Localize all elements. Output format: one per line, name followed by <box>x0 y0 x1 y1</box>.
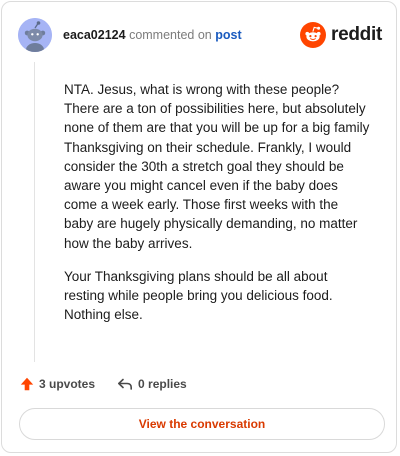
upvote-arrow-icon <box>20 377 34 391</box>
reddit-wordmark: reddit <box>331 24 382 45</box>
reply-arrow-icon <box>118 378 133 390</box>
comment-header: eaca02124 commented on post reddit <box>18 18 382 52</box>
reddit-alien-logo-icon <box>300 22 327 48</box>
user-avatar[interactable] <box>18 18 52 52</box>
view-conversation-button[interactable]: View the conversation <box>19 408 385 440</box>
snoo-avatar-icon <box>18 18 52 52</box>
post-link[interactable]: post <box>215 28 241 42</box>
comment-actions: 3 upvotes 0 replies <box>20 374 187 394</box>
upvotes-count: 3 upvotes <box>39 377 96 391</box>
embedded-comment-card: eaca02124 commented on post reddit NTA. … <box>1 1 397 453</box>
author-username[interactable]: eaca02124 <box>63 28 126 42</box>
commented-on-text: commented on <box>129 28 212 42</box>
reddit-logo[interactable]: reddit <box>300 21 382 49</box>
comment-body: NTA. Jesus, what is wrong with these peo… <box>64 80 370 338</box>
comment-paragraph: Your Thanksgiving plans should be all ab… <box>64 268 333 323</box>
thread-line <box>34 62 35 362</box>
comment-byline: eaca02124 commented on post <box>63 27 242 43</box>
upvote-action[interactable]: 3 upvotes <box>20 377 95 391</box>
comment-paragraph: NTA. Jesus, what is wrong with these peo… <box>64 82 370 251</box>
reply-action[interactable]: 0 replies <box>117 377 187 391</box>
replies-count: 0 replies <box>138 377 187 391</box>
